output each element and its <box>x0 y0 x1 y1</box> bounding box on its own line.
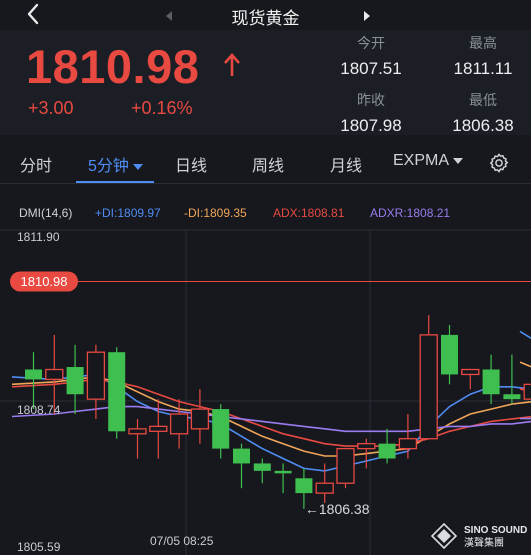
price-change-percent: +0.16% <box>131 98 193 118</box>
candle-body <box>336 447 355 484</box>
candle-body <box>25 369 42 380</box>
candle-body <box>482 369 500 395</box>
watermark-logo: SINO SOUND 漢聲集團 <box>430 522 527 550</box>
candle-body <box>233 448 250 464</box>
candle <box>461 368 480 390</box>
dropdown-caret-icon <box>453 157 464 164</box>
page-title: 现货黄金 <box>231 9 300 28</box>
candle-body <box>419 334 438 440</box>
last-price: 1810.98 <box>26 40 200 93</box>
current-price-tag-text: 1810.98 <box>21 274 68 289</box>
stat-high: 最高 1811.11 <box>438 33 528 79</box>
candle <box>108 347 126 439</box>
candle-body <box>461 368 480 376</box>
top-bar: 现货黄金 <box>0 0 531 30</box>
kline-chart[interactable]: DMI(14,6) +DI:1809.97 -DI:1809.35 ADX:18… <box>0 200 531 555</box>
stat-prev-close-value: 1807.98 <box>340 116 402 135</box>
candle-body <box>398 438 418 450</box>
candle-body <box>212 409 230 449</box>
stat-open-value: 1807.51 <box>340 59 402 78</box>
candle <box>482 354 500 405</box>
stat-high-label: 最高 <box>469 35 497 51</box>
candle <box>190 389 210 444</box>
candle-body <box>108 352 126 432</box>
candle-body <box>169 413 189 435</box>
indicator-line-adxr <box>11 405 531 433</box>
candle-body <box>190 408 210 430</box>
stat-low-value: 1806.38 <box>452 116 514 135</box>
logo-inner-icon <box>437 529 451 543</box>
quote-panel: 1810.98 +3.00 +0.16% 今开 1807.51 最高 1811.… <box>0 30 531 135</box>
stat-prev-close-label: 昨收 <box>357 92 385 108</box>
candle <box>233 443 250 489</box>
candle-body <box>66 367 84 395</box>
tab-5min[interactable]: 5分钟 <box>88 152 143 176</box>
candle-body <box>274 470 292 474</box>
candle <box>128 418 147 459</box>
period-tabs: 分时 5分钟 日线 周线 月线 EXPMA <box>0 137 531 184</box>
tab-monthly[interactable]: 月线 <box>330 152 362 176</box>
active-tab-indicator <box>76 181 154 183</box>
tab-indicator-expma[interactable]: EXPMA <box>393 152 464 170</box>
tab-daily[interactable]: 日线 <box>175 152 207 176</box>
candle-body <box>523 383 531 400</box>
candle <box>503 354 521 405</box>
dropdown-caret-icon <box>132 163 143 170</box>
candle-body <box>357 443 376 450</box>
stat-low-label: 最低 <box>469 92 497 108</box>
time-axis-label: 07/05 08:25 <box>150 534 214 548</box>
stat-low: 最低 1806.38 <box>438 90 528 136</box>
price-change: +3.00 <box>28 98 74 118</box>
candle <box>253 458 271 484</box>
stat-open-label: 今开 <box>357 35 385 51</box>
candle-body <box>45 368 64 381</box>
candle <box>378 428 396 464</box>
tab-weekly[interactable]: 周线 <box>252 152 284 176</box>
candle <box>66 344 84 415</box>
tab-timeshare[interactable]: 分时 <box>20 152 52 176</box>
candle <box>212 404 230 459</box>
watermark-brand: SINO SOUND <box>464 525 527 536</box>
next-instrument-arrow-icon[interactable] <box>364 11 370 21</box>
candle-body <box>441 334 458 375</box>
y-axis-top-label: 1811.90 <box>17 230 60 244</box>
candle-body <box>503 394 521 400</box>
candle-body <box>128 428 147 435</box>
y-axis-mid-label: 1808.74 <box>17 403 61 417</box>
stat-high-value: 1811.11 <box>453 59 513 78</box>
watermark-sub: 漢聲集團 <box>464 536 504 549</box>
y-axis-bottom-label: 1805.59 <box>17 540 61 554</box>
stat-open: 今开 1807.51 <box>326 33 416 79</box>
low-price-annotation: ←1806.38 <box>305 501 370 517</box>
candle <box>336 447 355 489</box>
tab-expma-label: EXPMA <box>393 152 450 169</box>
candle-body <box>315 482 334 494</box>
candle-body <box>149 425 168 432</box>
candle <box>419 315 438 440</box>
chart-canvas: 1811.90 1808.74 1805.59 07/05 08:25 1810… <box>0 229 531 555</box>
gear-icon[interactable] <box>488 152 510 174</box>
stat-prev-close: 昨收 1807.98 <box>326 90 416 136</box>
candle-body <box>378 443 396 459</box>
price-up-arrow-icon <box>224 53 240 76</box>
candle <box>441 325 458 385</box>
candle-body <box>253 463 271 471</box>
candle-body <box>86 351 106 400</box>
candle-body <box>295 478 313 494</box>
candle <box>274 463 292 494</box>
tab-5min-label: 5分钟 <box>88 158 129 175</box>
